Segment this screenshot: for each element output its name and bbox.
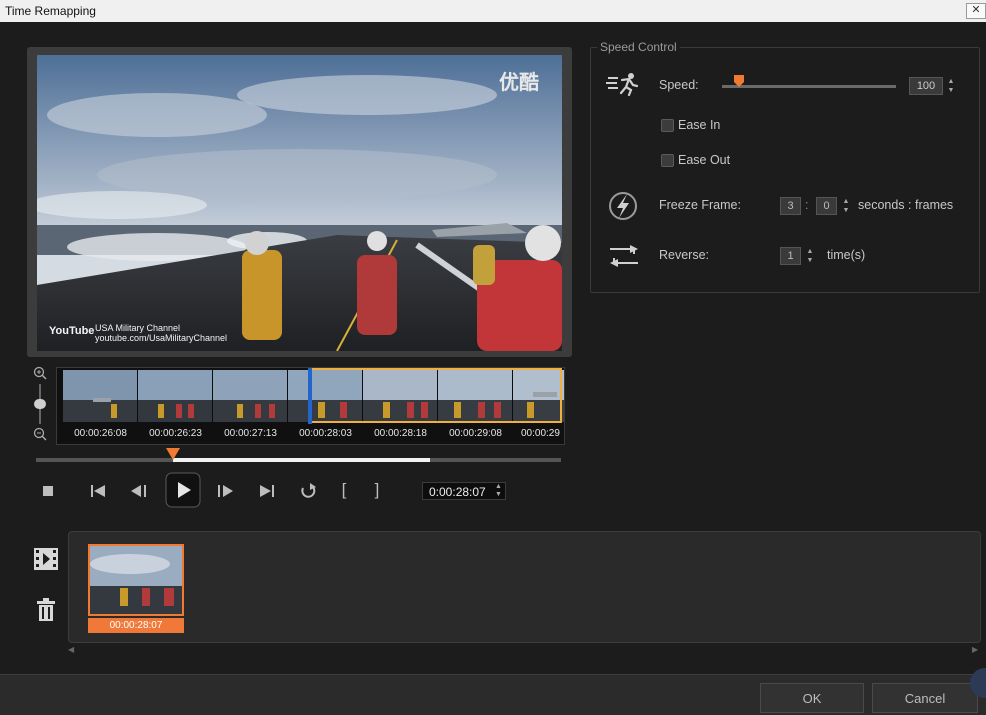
repeat-icon[interactable] [298, 481, 318, 501]
thumbnail-timecode: 00:00:26:23 [149, 428, 202, 439]
ease-in-checkbox[interactable] [661, 119, 674, 132]
frame-back-icon[interactable] [128, 483, 150, 499]
speed-value-field[interactable]: 100 [909, 77, 943, 95]
reverse-label: Reverse: [659, 248, 710, 262]
watermark-logo: 优酷 [499, 72, 539, 94]
skip-start-icon[interactable] [88, 483, 108, 499]
close-button[interactable]: ✕ [966, 3, 986, 19]
thumbnail-timecode: 00:00:27:13 [224, 428, 277, 439]
frame-forward-icon[interactable] [214, 483, 236, 499]
mark-in-button[interactable]: [ [337, 481, 351, 499]
zoom-in-icon[interactable] [33, 366, 47, 380]
selected-range[interactable] [312, 368, 562, 423]
thumbnail-timecode: 00:00:28:03 [299, 428, 352, 439]
title-bar: Time Remapping ✕ [0, 0, 986, 23]
timeline-clip[interactable] [88, 544, 184, 616]
thumbnail [63, 370, 138, 422]
runner-icon [606, 73, 639, 96]
freeze-stepper-icon[interactable]: ▲ ▼ [840, 197, 852, 215]
freeze-separator: : [805, 198, 809, 212]
speed-slider[interactable] [722, 75, 896, 88]
trash-icon[interactable] [36, 598, 56, 622]
reverse-units-label: time(s) [827, 248, 866, 262]
freeze-units-label: seconds : frames [858, 198, 954, 212]
thumbnail [138, 370, 213, 422]
youtube-logo: YouTube [49, 325, 95, 337]
freeze-frame-label: Freeze Frame: [659, 198, 741, 212]
ease-out-label: Ease Out [678, 153, 731, 167]
zoom-slider-thumb[interactable] [34, 399, 46, 409]
thumbnail-timecode: 00:00:29 [521, 428, 560, 439]
thumbnail [213, 370, 288, 422]
channel-name: USA Military Channel [95, 323, 181, 333]
skip-end-icon[interactable] [257, 483, 277, 499]
reverse-count-value: 1 [787, 250, 794, 262]
video-preview[interactable]: 优酷 YouTube USA Military Channel youtube.… [37, 55, 562, 351]
scrubber-selection [172, 458, 430, 462]
reverse-stepper-icon[interactable]: ▲ ▼ [804, 247, 816, 265]
clip-timeline[interactable] [68, 531, 981, 643]
zoom-out-icon[interactable] [33, 427, 47, 441]
speed-control-legend: Speed Control [597, 40, 680, 54]
thumbnail-timecode: 00:00:28:18 [374, 428, 427, 439]
freeze-seconds-field[interactable]: 3 [780, 197, 801, 215]
zoom-controls [30, 366, 52, 442]
playhead-marker[interactable] [308, 368, 312, 424]
freeze-frames-value: 0 [823, 200, 830, 212]
timecode-stepper-icon[interactable]: ▲ ▼ [495, 483, 505, 499]
speed-label: Speed: [659, 78, 699, 92]
freeze-seconds-value: 3 [787, 200, 794, 212]
speed-slider-thumb[interactable] [733, 74, 745, 88]
scroll-right-icon[interactable]: ▶ [972, 645, 978, 654]
play-icon[interactable] [165, 472, 201, 508]
playback-scrubber[interactable] [36, 448, 561, 462]
speed-stepper-icon[interactable]: ▲ ▼ [945, 77, 957, 95]
stop-icon[interactable] [40, 483, 56, 499]
reverse-count-field[interactable]: 1 [780, 247, 801, 265]
mark-out-button[interactable]: ] [370, 481, 384, 499]
scroll-left-icon[interactable]: ◀ [68, 645, 74, 654]
video-track-icon[interactable] [33, 546, 59, 572]
freeze-frames-field[interactable]: 0 [816, 197, 837, 215]
channel-url: youtube.com/UsaMilitaryChannel [95, 333, 228, 343]
freeze-frame-icon [609, 192, 637, 220]
ease-in-label: Ease In [678, 118, 721, 132]
scrubber-thumb[interactable] [165, 448, 180, 460]
clip-timecode: 00:00:28:07 [88, 618, 184, 633]
speed-value: 100 [916, 80, 936, 92]
cancel-button[interactable]: Cancel [872, 683, 978, 713]
ease-out-checkbox[interactable] [661, 154, 674, 167]
thumbnail-timecode: 00:00:26:08 [74, 428, 127, 439]
ok-button[interactable]: OK [760, 683, 864, 713]
timecode-value: 0:00:28:07 [429, 485, 486, 499]
reverse-icon [610, 245, 638, 267]
window-title: Time Remapping [5, 4, 96, 18]
clip-thumbnail [90, 546, 182, 614]
thumbnail-strip[interactable]: 00:00:26:08 00:00:26:23 00:00:27:13 00:0… [56, 367, 565, 445]
timecode-field[interactable]: 0:00:28:07 [422, 482, 506, 500]
thumbnail-timecode: 00:00:29:08 [449, 428, 502, 439]
preview-image [37, 55, 562, 351]
